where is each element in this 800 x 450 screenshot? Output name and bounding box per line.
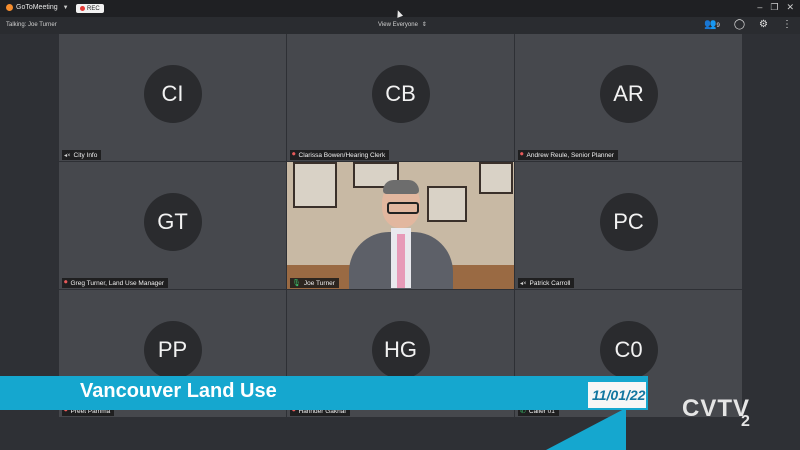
restore-icon[interactable]: ❐ bbox=[770, 2, 778, 13]
participant-label: ◂× Patrick Carroll bbox=[518, 278, 575, 288]
mic-icon: 🎙 bbox=[292, 280, 301, 287]
minimize-icon[interactable]: – bbox=[757, 2, 762, 13]
rec-label: REC bbox=[87, 5, 100, 12]
person-glasses bbox=[387, 202, 419, 214]
person-hair bbox=[383, 180, 419, 194]
gotomeeting-logo-icon bbox=[6, 4, 13, 11]
participant-tile[interactable]: CB ⏺ Clarissa Bowen/Hearing Clerk bbox=[287, 34, 514, 161]
chevron-down-icon: ▼ bbox=[62, 4, 69, 11]
recording-badge[interactable]: REC bbox=[76, 4, 104, 13]
avatar: PC bbox=[599, 192, 658, 251]
participant-label: ⏺ Greg Turner, Land Use Manager bbox=[62, 278, 169, 288]
active-speaker-video[interactable]: 🎙 Joe Turner bbox=[287, 162, 514, 289]
wall-calendar bbox=[293, 162, 337, 208]
cvtv-logo: CVTV bbox=[682, 395, 751, 422]
participant-tile[interactable]: GT ⏺ Greg Turner, Land Use Manager bbox=[59, 162, 286, 289]
person-tie bbox=[397, 234, 405, 288]
banner-slash-shape bbox=[546, 408, 626, 450]
participant-label: 🎙 Joe Turner bbox=[290, 278, 339, 288]
cvtv-logo-sub: 2 bbox=[741, 413, 750, 430]
avatar: CI bbox=[143, 64, 202, 123]
mic-muted-icon: ⏺ bbox=[64, 279, 68, 286]
people-icon: 👥 bbox=[704, 19, 717, 30]
more-icon[interactable]: ⋮ bbox=[782, 19, 792, 30]
chat-icon[interactable]: ◯ bbox=[734, 19, 745, 30]
participant-label: ◂× City Info bbox=[62, 150, 102, 160]
wall-certificate bbox=[427, 186, 467, 222]
record-dot-icon bbox=[80, 6, 85, 11]
view-label: View Everyone bbox=[378, 21, 418, 28]
broadcast-title: Vancouver Land Use bbox=[80, 380, 277, 402]
participant-tile[interactable]: PC ◂× Patrick Carroll bbox=[515, 162, 742, 289]
avatar: HG bbox=[371, 320, 430, 379]
avatar: PP bbox=[143, 320, 202, 379]
speaker-icon: ◂× bbox=[64, 152, 71, 159]
mic-muted-icon: ⏺ bbox=[520, 151, 524, 158]
wall-certificate bbox=[479, 162, 513, 194]
meeting-toolbar: Talking: Joe Turner View Everyone ⇕ 👥9 ◯… bbox=[0, 17, 800, 34]
avatar: AR bbox=[599, 64, 658, 123]
up-down-chevron-icon: ⇕ bbox=[421, 22, 427, 28]
participant-tile[interactable]: AR ⏺ Andrew Reule, Senior Planner bbox=[515, 34, 742, 161]
gear-icon[interactable]: ⚙ bbox=[759, 19, 768, 30]
broadcast-date: 11/01/22 bbox=[592, 387, 646, 403]
talking-indicator: Talking: Joe Turner bbox=[6, 22, 57, 28]
avatar: GT bbox=[143, 192, 202, 251]
participant-label: ⏺ Andrew Reule, Senior Planner bbox=[518, 150, 618, 160]
avatar: CB bbox=[371, 64, 430, 123]
speaker-icon: ◂× bbox=[520, 280, 527, 287]
participant-label: ⏺ Clarissa Bowen/Hearing Clerk bbox=[290, 150, 390, 160]
app-name: GoToMeeting bbox=[16, 4, 58, 11]
mic-muted-icon: ⏺ bbox=[292, 151, 296, 158]
view-selector[interactable]: View Everyone ⇕ bbox=[378, 21, 427, 29]
close-icon[interactable]: ✕ bbox=[786, 2, 794, 13]
app-menu[interactable]: GoToMeeting ▼ bbox=[6, 4, 69, 11]
participant-tile[interactable]: CI ◂× City Info bbox=[59, 34, 286, 161]
participants-button[interactable]: 👥9 bbox=[704, 19, 720, 30]
avatar: C0 bbox=[599, 320, 658, 379]
